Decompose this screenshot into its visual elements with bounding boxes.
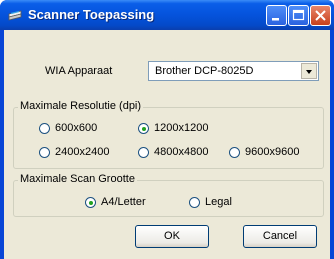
resolution-option-label: 600x600 [55, 122, 98, 134]
radio-selected-icon[interactable] [138, 123, 149, 134]
resolution-option-label: 2400x2400 [55, 146, 110, 158]
scan-size-group-title: Maximale Scan Grootte [18, 173, 137, 185]
window-title: Scanner Toepassing [28, 7, 155, 22]
resolution-group-title: Maximale Resolutie (dpi) [18, 100, 144, 112]
radio-icon[interactable] [39, 123, 50, 134]
radio-icon[interactable] [229, 147, 240, 158]
resolution-group: Maximale Resolutie (dpi) 600x600 1200x12… [13, 100, 324, 169]
scanner-app-icon [8, 10, 22, 21]
dialog-body: WIA Apparaat Brother DCP-8025D Maximale … [4, 30, 330, 259]
maximize-button[interactable] [288, 5, 309, 26]
dropdown-arrow-icon[interactable] [301, 63, 317, 79]
title-bar[interactable]: Scanner Toepassing [0, 0, 334, 30]
minimize-button[interactable] [266, 5, 287, 26]
minimize-icon [272, 18, 279, 21]
close-button[interactable] [310, 5, 331, 26]
radio-icon[interactable] [189, 197, 200, 208]
radio-icon[interactable] [138, 147, 149, 158]
close-icon [315, 10, 326, 21]
resolution-option-label: 1200x1200 [154, 122, 209, 134]
ok-button[interactable]: OK [135, 225, 209, 248]
device-select-value: Brother DCP-8025D [155, 65, 254, 77]
resolution-option-label: 9600x9600 [245, 146, 300, 158]
radio-selected-icon[interactable] [85, 197, 96, 208]
radio-icon[interactable] [39, 147, 50, 158]
scan-size-option-label: A4/Letter [101, 196, 146, 208]
device-select[interactable]: Brother DCP-8025D [148, 61, 319, 81]
scan-size-option-label: Legal [205, 196, 232, 208]
device-label: WIA Apparaat [45, 65, 113, 77]
cancel-button[interactable]: Cancel [243, 225, 317, 248]
scan-size-group: Maximale Scan Grootte A4/Letter Legal [13, 173, 324, 217]
maximize-icon [292, 9, 305, 21]
resolution-option-label: 4800x4800 [154, 146, 209, 158]
scanner-dialog-window: Scanner Toepassing WIA Apparaat Brother … [0, 0, 334, 259]
